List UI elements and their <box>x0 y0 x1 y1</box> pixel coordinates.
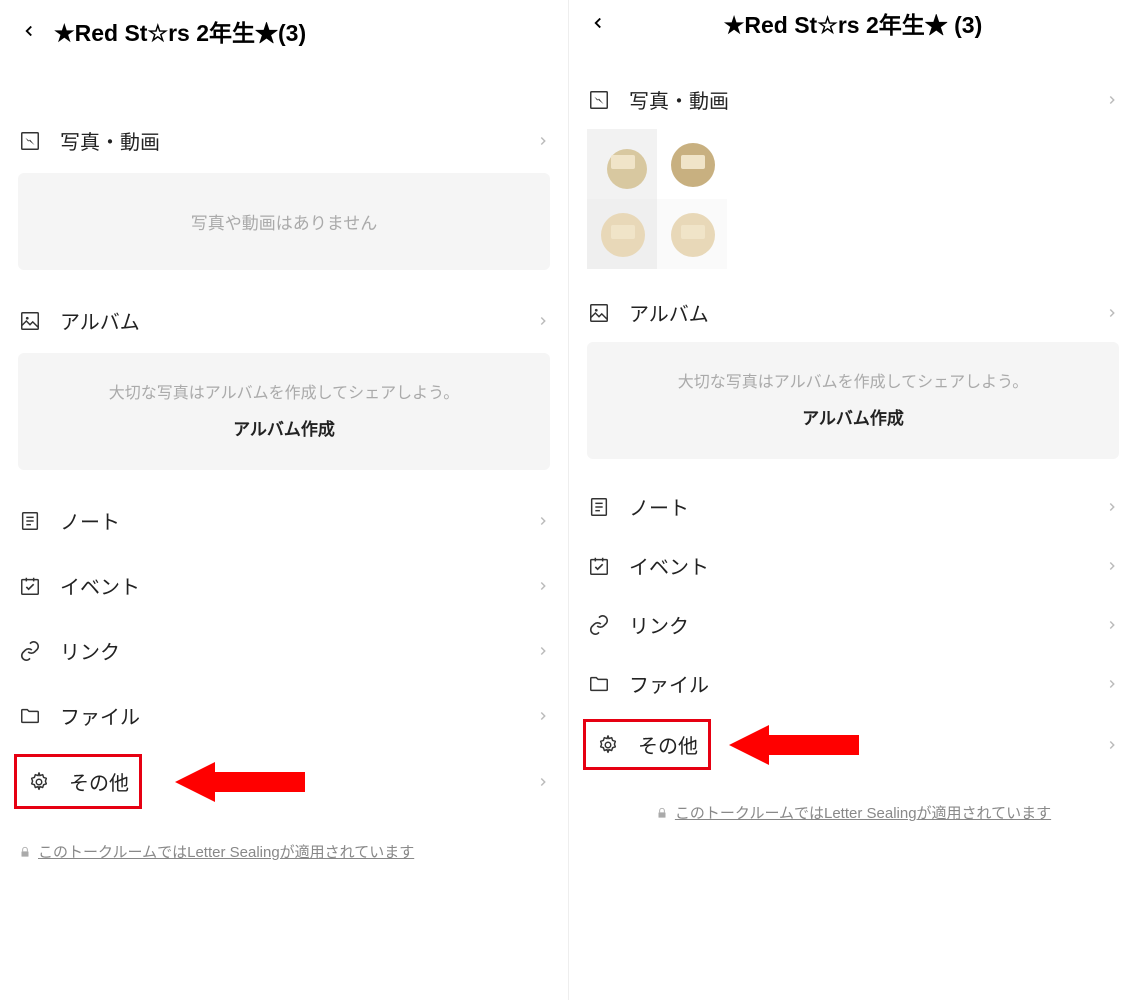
photo-thumbnails[interactable] <box>587 129 727 269</box>
menu-label: その他 <box>638 730 698 759</box>
chevron-right-icon <box>536 314 550 328</box>
folder-icon <box>18 704 42 728</box>
menu-link[interactable]: リンク <box>579 595 1127 654</box>
menu-label: アルバム <box>629 298 1105 327</box>
thumbnail[interactable] <box>587 129 657 199</box>
menu-other[interactable]: その他 <box>21 759 135 804</box>
menu-other[interactable]: その他 <box>590 724 704 765</box>
chevron-right-icon <box>1105 559 1119 573</box>
chevron-right-icon <box>536 579 550 593</box>
menu-label: ファイル <box>629 669 1105 698</box>
arrow-annotation <box>729 720 859 770</box>
lock-icon <box>18 845 32 859</box>
header: ★Red St☆rs 2年生★(3) <box>10 0 558 68</box>
arrow-annotation <box>175 757 305 807</box>
menu-photos[interactable]: 写真・動画 <box>579 70 1127 129</box>
chevron-left-icon <box>20 22 38 40</box>
album-description: 大切な写真はアルバムを作成してシェアしよう。 <box>607 368 1099 392</box>
page-title: ★Red St☆rs 2年生★(3) <box>54 14 306 48</box>
gear-icon <box>596 733 620 757</box>
right-panel: ★Red St☆rs 2年生★ (3) 写真・動画 アルバム 大切な写真はアルバ… <box>569 0 1137 1000</box>
menu-album[interactable]: アルバム <box>579 283 1127 342</box>
thumbnail[interactable] <box>587 199 657 269</box>
footer-text: このトークルームではLetter Sealingが適用されています <box>38 841 414 862</box>
chevron-right-icon <box>536 644 550 658</box>
lock-icon <box>655 806 669 820</box>
menu-file[interactable]: ファイル <box>10 683 558 748</box>
image-icon <box>18 129 42 153</box>
chevron-right-icon <box>1105 306 1119 320</box>
menu-label: ファイル <box>60 701 536 730</box>
gear-icon <box>27 770 51 794</box>
chevron-right-icon <box>1105 618 1119 632</box>
chevron-right-icon <box>1105 500 1119 514</box>
menu-link[interactable]: リンク <box>10 618 558 683</box>
image-icon <box>587 88 611 112</box>
back-button[interactable] <box>587 12 609 34</box>
chevron-right-icon <box>536 775 550 789</box>
album-empty-box[interactable]: 大切な写真はアルバムを作成してシェアしよう。 アルバム作成 <box>587 342 1119 459</box>
link-icon <box>18 639 42 663</box>
link-icon <box>587 613 611 637</box>
thumbnail[interactable] <box>657 129 727 199</box>
menu-event[interactable]: イベント <box>10 553 558 618</box>
menu-label: リンク <box>60 636 536 665</box>
chevron-right-icon <box>1105 93 1119 107</box>
left-panel: ★Red St☆rs 2年生★(3) 写真・動画 写真や動画はありません アルバ… <box>0 0 569 1000</box>
calendar-icon <box>587 554 611 578</box>
note-icon <box>587 495 611 519</box>
chevron-right-icon <box>536 514 550 528</box>
menu-label: リンク <box>629 610 1105 639</box>
menu-label: ノート <box>60 506 536 535</box>
menu-note[interactable]: ノート <box>579 477 1127 536</box>
album-icon <box>587 301 611 325</box>
header: ★Red St☆rs 2年生★ (3) <box>579 0 1127 70</box>
note-icon <box>18 509 42 533</box>
footer-note[interactable]: このトークルームではLetter Sealingが適用されています <box>10 815 558 874</box>
album-description: 大切な写真はアルバムを作成してシェアしよう。 <box>38 379 530 403</box>
thumbnail[interactable] <box>657 199 727 269</box>
chevron-right-icon <box>1105 738 1119 752</box>
back-button[interactable] <box>18 20 40 42</box>
album-create-button[interactable]: アルバム作成 <box>38 415 530 440</box>
chevron-right-icon <box>536 709 550 723</box>
highlight-annotation: その他 <box>14 754 142 809</box>
empty-text: 写真や動画はありません <box>38 209 530 234</box>
chevron-right-icon <box>536 134 550 148</box>
menu-label: ノート <box>629 492 1105 521</box>
menu-label: 写真・動画 <box>629 85 1105 114</box>
menu-label: アルバム <box>60 306 536 335</box>
menu-note[interactable]: ノート <box>10 488 558 553</box>
calendar-icon <box>18 574 42 598</box>
page-title: ★Red St☆rs 2年生★ (3) <box>724 6 983 40</box>
footer-text: このトークルームではLetter Sealingが適用されています <box>675 802 1051 823</box>
menu-album[interactable]: アルバム <box>10 288 558 353</box>
album-empty-box[interactable]: 大切な写真はアルバムを作成してシェアしよう。 アルバム作成 <box>18 353 550 470</box>
menu-label: イベント <box>629 551 1105 580</box>
highlight-annotation: その他 <box>583 719 711 770</box>
chevron-right-icon <box>1105 677 1119 691</box>
menu-photos[interactable]: 写真・動画 <box>10 108 558 173</box>
menu-label: その他 <box>69 767 129 796</box>
photos-empty-box: 写真や動画はありません <box>18 173 550 270</box>
menu-file[interactable]: ファイル <box>579 654 1127 713</box>
menu-label: イベント <box>60 571 536 600</box>
menu-label: 写真・動画 <box>60 126 536 155</box>
footer-note[interactable]: このトークルームではLetter Sealingが適用されています <box>579 776 1127 835</box>
menu-event[interactable]: イベント <box>579 536 1127 595</box>
album-icon <box>18 309 42 333</box>
album-create-button[interactable]: アルバム作成 <box>607 404 1099 429</box>
folder-icon <box>587 672 611 696</box>
chevron-left-icon <box>589 14 607 32</box>
